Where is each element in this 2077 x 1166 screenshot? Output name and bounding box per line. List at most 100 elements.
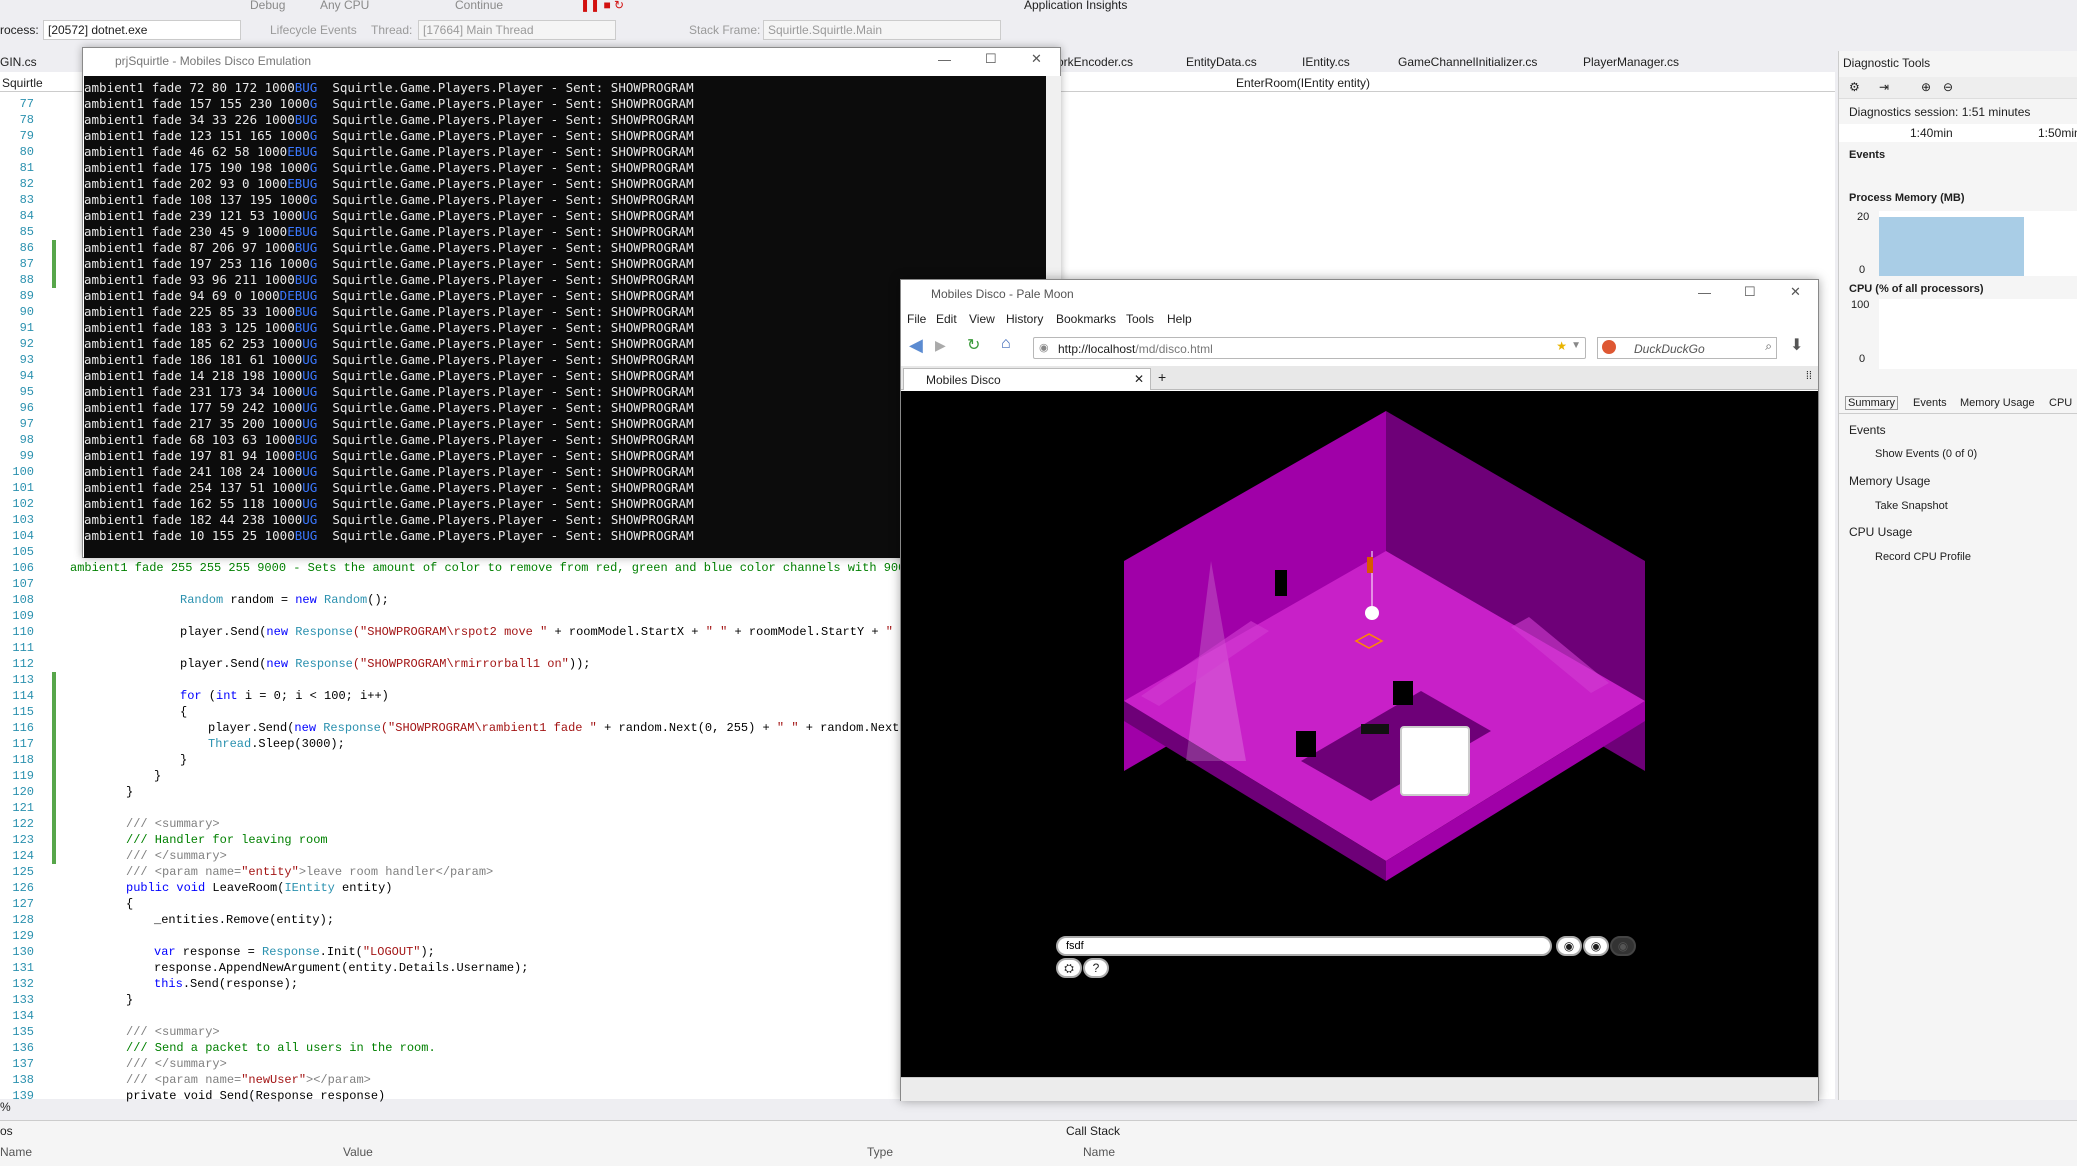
chevron-down-icon[interactable]: ▼ [1571, 340, 1581, 351]
doc-tab[interactable]: PlayerManager.cs [1583, 55, 1679, 69]
platform-select[interactable]: Any CPU [320, 0, 369, 12]
browser-window[interactable]: Mobiles Disco - Pale Moon — ☐ ✕ File Edi… [900, 279, 1819, 1101]
help-icon[interactable]: ? [1083, 958, 1109, 978]
zoom-level[interactable]: % [0, 1100, 11, 1114]
search-bar[interactable]: DuckDuckGo ⌕ [1597, 337, 1777, 359]
process-select[interactable]: [20572] dotnet.exe [43, 20, 241, 40]
new-tab-icon[interactable]: + [1158, 369, 1166, 385]
nav-project-dropdown[interactable]: Squirtle [2, 76, 43, 90]
memory-header[interactable]: Process Memory (MB) [1849, 192, 2077, 204]
menu-view[interactable]: View [969, 312, 995, 326]
tab-list-icon[interactable]: ⁞⁞ [1806, 370, 1812, 382]
line-number: 117 [12, 737, 34, 751]
navigator-icon[interactable]: ⛭ [1056, 958, 1082, 978]
close-tab-icon[interactable]: ✕ [1134, 372, 1144, 386]
app-insights-button[interactable]: Application Insights [1024, 0, 1127, 12]
console-line: ambient1 fade 46 62 58 1000EBUG Squirtle… [84, 144, 694, 159]
cpu-graph[interactable] [1879, 299, 2077, 369]
events-header[interactable]: Events [1849, 149, 2077, 161]
diag-session: Diagnostics session: 1:51 minutes [1849, 105, 2031, 119]
line-number: 135 [12, 1025, 34, 1039]
code-line: { [126, 897, 134, 911]
doc-tab[interactable]: EntityData.cs [1186, 55, 1257, 69]
code-line: Thread.Sleep(3000); [208, 737, 345, 751]
show-events-link[interactable]: Show Events (0 of 0) [1875, 448, 2077, 460]
tab-summary[interactable]: Summary [1845, 396, 1899, 410]
take-snapshot-button[interactable]: Take Snapshot [1875, 500, 2077, 512]
reload-icon[interactable]: ↻ [967, 335, 980, 355]
minimize-icon[interactable]: — [1698, 285, 1711, 300]
tab-events[interactable]: Events [1913, 397, 1947, 409]
menu-bookmarks[interactable]: Bookmarks [1056, 312, 1116, 326]
shout-icon[interactable]: ◉ [1583, 936, 1609, 956]
doc-tab[interactable]: GIN.cs [0, 55, 37, 69]
minimize-icon[interactable]: — [938, 52, 951, 67]
export-icon[interactable]: ⇥ [1879, 80, 1889, 94]
forward-icon[interactable]: ▶ [935, 337, 946, 354]
search-icon[interactable]: ⌕ [1765, 339, 1772, 354]
stack-frame-select[interactable]: Squirtle.Squirtle.Main [763, 20, 1001, 40]
line-number: 121 [12, 801, 34, 815]
zoom-in-icon[interactable]: ⊕ [1921, 80, 1931, 94]
config-select[interactable]: Debug [250, 0, 285, 12]
line-number: 87 [19, 257, 34, 271]
download-icon[interactable]: ⬇ [1790, 335, 1803, 355]
memory-min-label: 0 [1859, 264, 1866, 276]
mirrorball [1365, 606, 1379, 620]
menu-history[interactable]: History [1006, 312, 1043, 326]
code-line: } [154, 769, 162, 783]
browser-statusbar [901, 1077, 1818, 1101]
close-icon[interactable]: ✕ [1031, 51, 1042, 67]
chat-mode-icon[interactable]: ◉ [1556, 936, 1582, 956]
tab-cpu[interactable]: CPU [2049, 397, 2072, 409]
maximize-icon[interactable]: ☐ [1744, 284, 1756, 300]
lifecycle-events-button[interactable]: Lifecycle Events [270, 23, 357, 37]
code-line: player.Send(new Response("SHOWPROGRAM\rm… [180, 657, 591, 671]
zoom-out-icon[interactable]: ⊖ [1943, 80, 1953, 94]
maximize-icon[interactable]: ☐ [985, 51, 997, 67]
menu-tools[interactable]: Tools [1126, 312, 1154, 326]
memory-graph[interactable] [1879, 211, 2077, 276]
code-line: Random random = new Random(); [180, 593, 389, 607]
code-line: } [126, 993, 134, 1007]
bookmark-star-icon[interactable]: ★ [1556, 339, 1567, 353]
code-line: _entities.Remove(entity); [154, 913, 335, 927]
line-number: 96 [19, 401, 34, 415]
home-icon[interactable]: ⌂ [1001, 335, 1011, 353]
nav-member-dropdown[interactable]: EnterRoom(IEntity entity) [1236, 76, 1370, 90]
diag-tabs: Summary Events Memory Usage CPU [1839, 394, 2077, 414]
browser-titlebar[interactable]: Mobiles Disco - Pale Moon — ☐ ✕ [901, 280, 1818, 308]
code-line: public void LeaveRoom(IEntity entity) [126, 881, 393, 895]
doc-tab[interactable]: orkEncoder.cs [1057, 55, 1133, 69]
doc-tab[interactable]: IEntity.cs [1302, 55, 1350, 69]
record-cpu-button[interactable]: Record CPU Profile [1875, 551, 2077, 563]
browser-tab[interactable]: Mobiles Disco ✕ [903, 368, 1151, 390]
code-line: for (int i = 0; i < 100; i++) [180, 689, 389, 703]
duckduckgo-icon[interactable] [1602, 340, 1616, 354]
cpu-header[interactable]: CPU (% of all processors) [1849, 283, 2077, 295]
pause-icon[interactable]: ❚❚ ■ ↻ [580, 0, 624, 12]
url-bar[interactable]: http://localhost/md/disco.html ◉ ★ ▼ [1033, 337, 1586, 359]
menu-file[interactable]: File [907, 312, 926, 326]
continue-button[interactable]: Continue [455, 0, 503, 12]
close-icon[interactable]: ✕ [1790, 284, 1801, 300]
disco-room-scene[interactable] [901, 391, 1818, 1077]
gear-icon[interactable]: ⚙ [1849, 80, 1860, 94]
back-icon[interactable]: ◀ [909, 335, 923, 356]
game-canvas[interactable]: fsdf ◉ ◉ ◉ ⛭ ? [901, 391, 1818, 1077]
menu-edit[interactable]: Edit [936, 312, 957, 326]
doc-tab[interactable]: GameChannelInitializer.cs [1398, 55, 1537, 69]
whisper-icon[interactable]: ◉ [1610, 936, 1636, 956]
line-number: 88 [19, 273, 34, 287]
change-indicator [52, 240, 56, 288]
diag-toolbar: ⚙ ⇥ ⊕ ⊖ [1839, 77, 2077, 99]
tab-memory-usage[interactable]: Memory Usage [1960, 397, 2035, 409]
console-line: ambient1 fade 108 137 195 1000G Squirtle… [84, 192, 694, 207]
thread-select[interactable]: [17664] Main Thread [418, 20, 616, 40]
line-number: 106 [12, 561, 34, 575]
menu-help[interactable]: Help [1167, 312, 1192, 326]
diag-timeline[interactable]: 1:40min 1:50min [1839, 124, 2077, 142]
site-identity-icon[interactable]: ◉ [1039, 341, 1049, 354]
chat-input[interactable]: fsdf [1056, 936, 1552, 956]
console-titlebar[interactable]: prjSquirtle - Mobiles Disco Emulation — … [83, 48, 1060, 75]
